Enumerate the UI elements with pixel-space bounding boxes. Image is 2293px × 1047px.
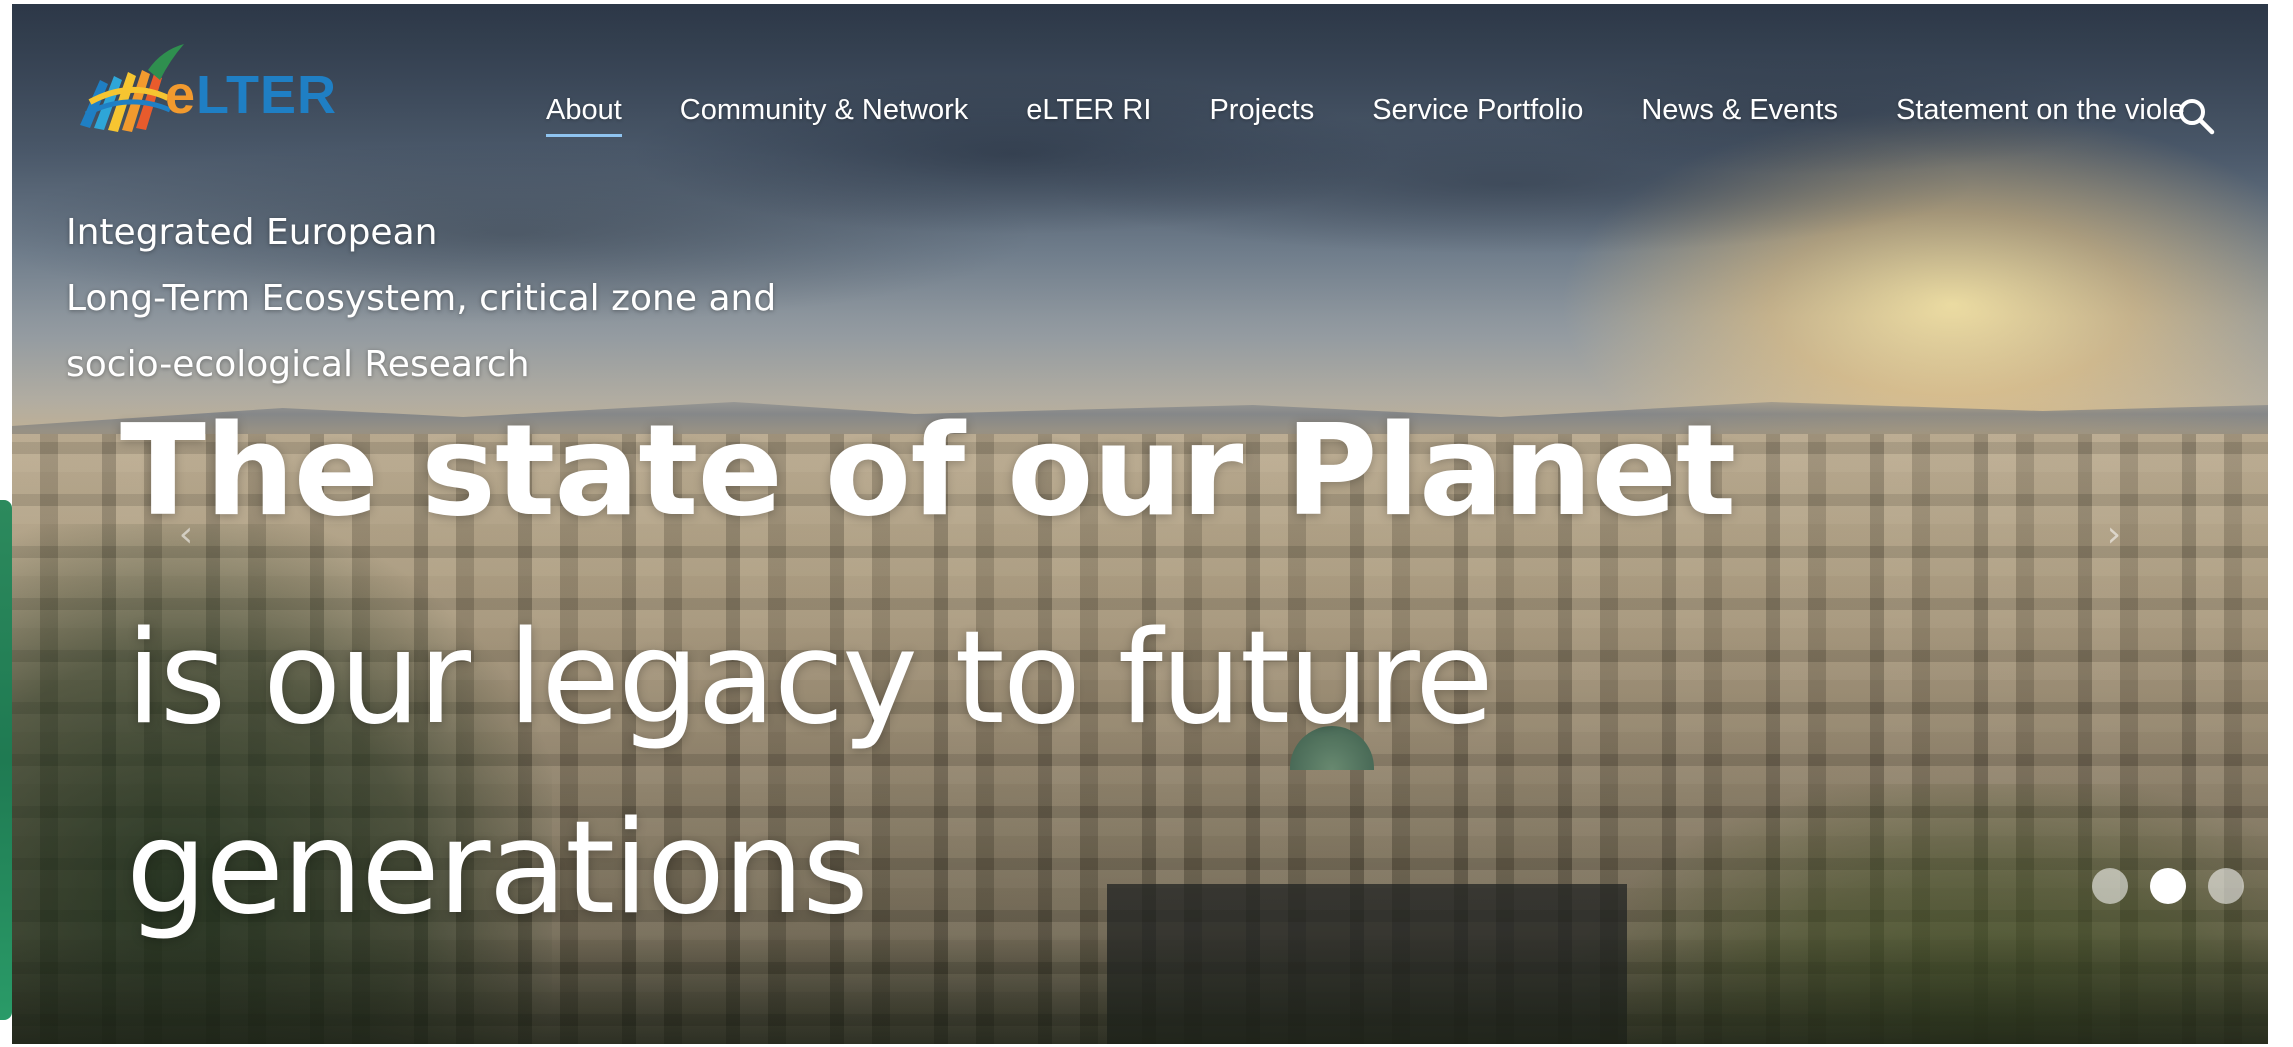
nav-item-about[interactable]: About bbox=[546, 94, 622, 137]
nav-item-elter-ri[interactable]: eLTER RI bbox=[1026, 94, 1151, 127]
nav-item-news-events[interactable]: News & Events bbox=[1641, 94, 1838, 127]
tagline-line-2: Long-Term Ecosystem, critical zone and bbox=[66, 278, 777, 319]
logo-text-lter: LTER bbox=[196, 65, 338, 125]
nav-item-community-network[interactable]: Community & Network bbox=[680, 94, 968, 127]
nav-item-statement[interactable]: Statement on the viole bbox=[1896, 94, 2185, 127]
slider-prev-arrow[interactable]: ‹ bbox=[166, 509, 206, 559]
hero-headline-light: is our legacy to future generations bbox=[126, 604, 1494, 943]
slider-next-arrow[interactable]: › bbox=[2094, 509, 2134, 559]
slider-dot-1[interactable] bbox=[2092, 868, 2128, 904]
nav-item-projects[interactable]: Projects bbox=[1209, 94, 1314, 127]
tagline-line-3: socio-ecological Research bbox=[66, 344, 530, 385]
main-navigation: About Community & Network eLTER RI Proje… bbox=[546, 94, 2185, 137]
slider-dots bbox=[2092, 868, 2244, 904]
elter-logo[interactable]: eLTER bbox=[70, 40, 337, 140]
slider-dot-3[interactable] bbox=[2208, 868, 2244, 904]
chevron-left-icon: ‹ bbox=[178, 513, 194, 555]
nav-item-service-portfolio[interactable]: Service Portfolio bbox=[1372, 94, 1583, 127]
slider-dot-2[interactable] bbox=[2150, 868, 2186, 904]
hero-headline-bold: The state of our Planet bbox=[120, 397, 1736, 544]
left-edge-strip bbox=[0, 500, 12, 1020]
logo-text-e: e bbox=[165, 65, 197, 125]
hero-frame: eLTER About Community & Network eLTER RI… bbox=[12, 4, 2268, 1044]
search-icon bbox=[2179, 99, 2215, 135]
tagline-line-1: Integrated European bbox=[66, 212, 438, 253]
hero-tagline: Integrated European Long-Term Ecosystem,… bbox=[66, 200, 776, 398]
search-button[interactable] bbox=[2176, 96, 2216, 136]
elter-logo-text: eLTER bbox=[165, 64, 337, 126]
chevron-right-icon: › bbox=[2106, 513, 2122, 555]
